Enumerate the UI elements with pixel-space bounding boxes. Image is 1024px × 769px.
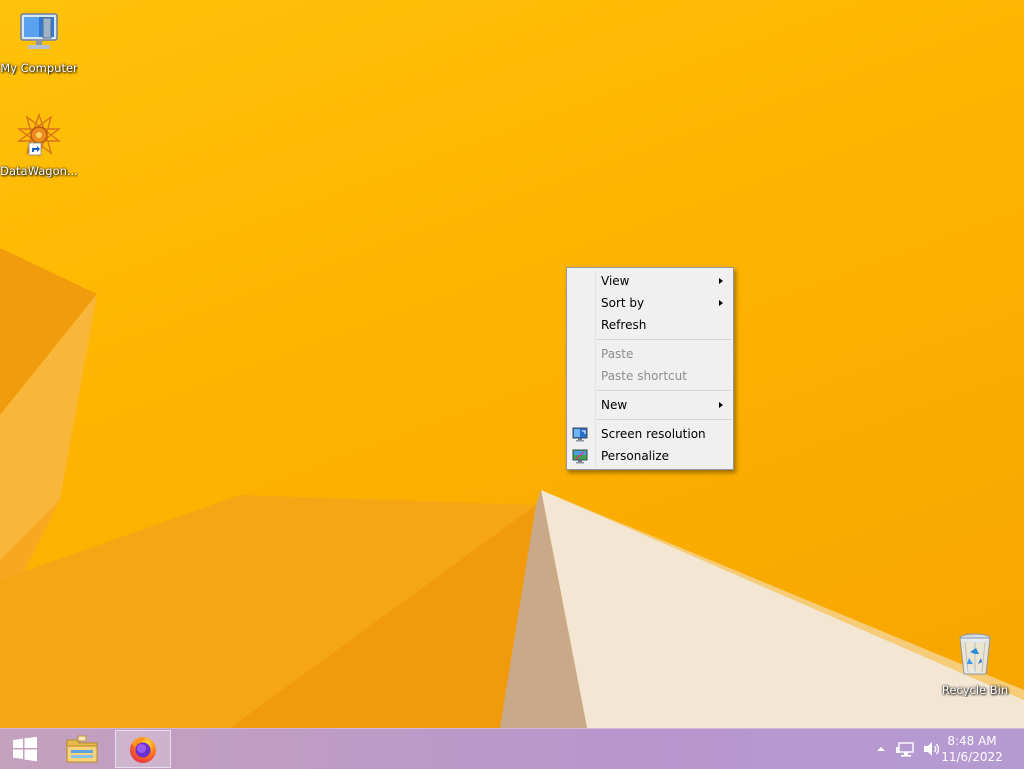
menu-item-label: Sort by: [601, 296, 645, 310]
folder-icon: [66, 735, 98, 763]
menu-item-paste-shortcut[interactable]: Paste shortcut: [567, 365, 733, 387]
firefox-icon: [130, 737, 156, 763]
taskbar-clock[interactable]: 8:48 AM 11/6/2022: [936, 733, 1008, 765]
menu-item-view[interactable]: View: [567, 270, 733, 292]
menu-item-personalize[interactable]: Personalize: [567, 445, 733, 467]
desktop-context-menu: View Sort by Refresh Paste Paste shortcu…: [566, 267, 734, 470]
show-hidden-icons-chevron[interactable]: [872, 741, 890, 757]
menu-item-paste[interactable]: Paste: [567, 343, 733, 365]
recycle-bin-desktop-icon[interactable]: Recycle Bin: [936, 630, 1014, 697]
menu-item-label: Personalize: [601, 449, 670, 463]
my-computer-label: My Computer: [0, 62, 78, 75]
wallpaper: [0, 248, 1024, 728]
taskbar: 8:48 AM 11/6/2022: [0, 728, 1024, 769]
my-computer-desktop-icon[interactable]: My Computer: [0, 8, 78, 75]
submenu-arrow-icon: [719, 300, 723, 306]
system-tray: [872, 729, 942, 769]
menu-item-refresh[interactable]: Refresh: [567, 314, 733, 336]
submenu-arrow-icon: [719, 402, 723, 408]
personalize-icon: [572, 449, 588, 464]
menu-item-label: View: [601, 274, 630, 288]
menu-item-label: Paste: [601, 347, 634, 361]
menu-item-sort-by[interactable]: Sort by: [567, 292, 733, 314]
menu-item-new[interactable]: New: [567, 394, 733, 416]
recycle-bin-icon: [959, 633, 991, 675]
menu-item-screen-resolution[interactable]: Screen resolution: [567, 423, 733, 445]
start-button[interactable]: [0, 729, 50, 769]
submenu-arrow-icon: [719, 278, 723, 284]
windows-logo-icon: [13, 736, 37, 762]
screen-resolution-icon: [572, 427, 588, 442]
desktop[interactable]: My Computer DataWagon... Recycle Bin Vie…: [0, 0, 1024, 728]
menu-item-label: New: [601, 398, 628, 412]
clock-time: 8:48 AM: [947, 734, 997, 748]
datawagon-label: DataWagon...: [0, 165, 78, 178]
file-explorer-taskbar-button[interactable]: [54, 729, 110, 769]
menu-separator: [597, 419, 731, 420]
menu-separator: [597, 390, 731, 391]
menu-separator: [597, 339, 731, 340]
computer-icon: [20, 13, 58, 49]
datawagon-icon: [16, 112, 62, 158]
recycle-bin-label: Recycle Bin: [941, 684, 1009, 697]
menu-item-label: Paste shortcut: [601, 369, 687, 383]
clock-date: 11/6/2022: [941, 750, 1003, 764]
menu-item-label: Screen resolution: [601, 427, 706, 441]
network-icon[interactable]: [896, 740, 916, 758]
datawagon-desktop-icon[interactable]: DataWagon...: [0, 111, 78, 178]
firefox-taskbar-button[interactable]: [115, 730, 171, 768]
menu-item-label: Refresh: [601, 318, 647, 332]
